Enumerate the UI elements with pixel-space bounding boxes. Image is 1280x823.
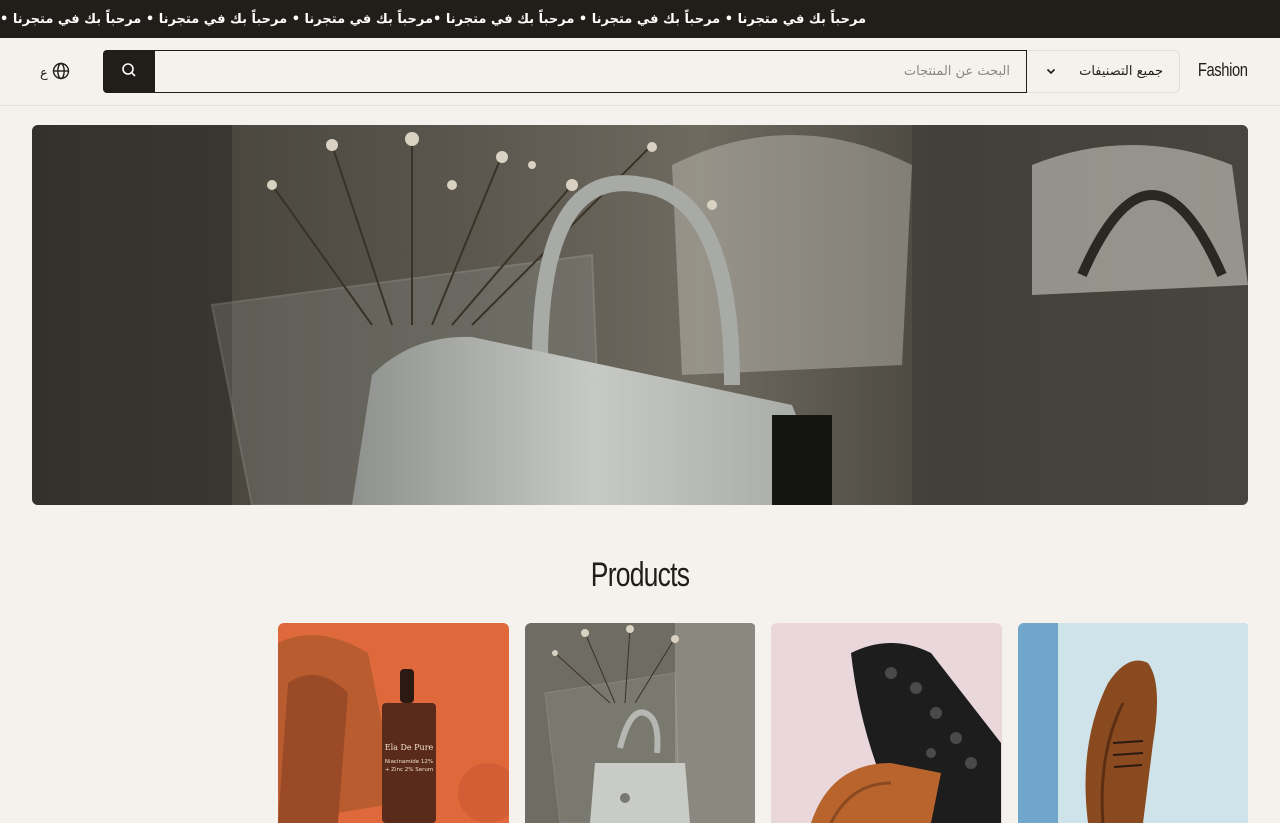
product-image: Ela De Pure Niacinamide 12% + Zinc 2% Se… [278,623,509,823]
globe-icon [52,62,70,84]
product-card[interactable]: Ela De Pure Niacinamide 12% + Zinc 2% Se… [278,623,509,823]
search-bar: جميع التصنيفات [103,50,1180,93]
hero-image [32,125,1248,505]
chevron-down-icon [1045,62,1057,81]
search-icon [121,62,137,82]
announcement-text: مرحباً بك في متجرنا • مرحباً بك في متجرن… [0,11,867,27]
section-title: Products [590,556,690,594]
language-switcher[interactable]: ع [40,62,70,84]
product-card[interactable] [1018,623,1249,823]
product-image [525,623,755,823]
language-label: ع [40,65,48,81]
search-button[interactable] [103,50,154,93]
product-card[interactable] [525,623,756,823]
search-input[interactable] [154,50,1027,93]
announcement-bar: مرحباً بك في متجرنا • مرحباً بك في متجرن… [0,0,1280,38]
category-select[interactable]: جميع التصنيفات [1027,50,1180,93]
product-image [1018,623,1248,823]
hero-banner[interactable] [32,125,1248,505]
product-card[interactable] [771,623,1002,823]
category-select-label: جميع التصنيفات [1079,64,1163,79]
bottle-label-line2: + Zinc 2% Serum [385,767,433,773]
product-image [771,623,1002,823]
brand-logo[interactable]: Fashion [1198,60,1248,81]
bottle-label-line1: Niacinamide 12% [385,759,433,765]
site-header: ع جميع التصنيفات [0,38,1280,106]
bottle-brand-label: Ela De Pure [385,743,434,752]
